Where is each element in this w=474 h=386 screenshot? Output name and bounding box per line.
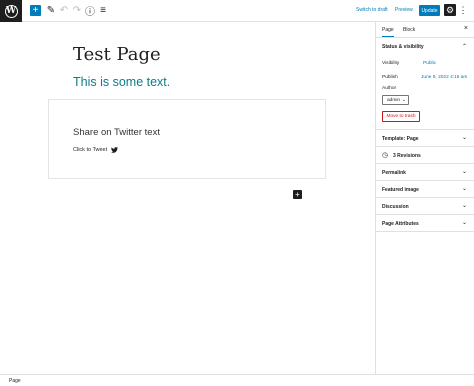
paragraph-block[interactable]: This is some text. — [73, 75, 170, 89]
page-attributes-panel-title: Page Attributes — [382, 221, 419, 227]
share-block-title[interactable]: Share on Twitter text — [73, 127, 160, 138]
publish-label: Publish — [382, 75, 398, 80]
chevron-down-icon: ⌄ — [461, 186, 467, 192]
share-on-twitter-block[interactable]: Share on Twitter text Click to Tweet — [48, 99, 326, 179]
more-options-icon[interactable]: ⋮ — [459, 4, 468, 16]
settings-sidebar: Page Block × Status & visibility ⌃ Visib… — [375, 22, 474, 374]
tab-page[interactable]: Page — [382, 27, 394, 37]
author-select-value: admin — [387, 97, 401, 103]
permalink-panel-title: Permalink — [382, 170, 406, 176]
switch-to-draft-button[interactable]: Switch to draft — [356, 7, 388, 13]
editor-canvas: Test Page This is some text. Share on Tw… — [0, 22, 375, 374]
settings-gear-icon[interactable]: ⚙ — [444, 4, 456, 16]
redo-icon[interactable]: ↷ — [71, 4, 83, 16]
discussion-panel-title: Discussion — [382, 204, 409, 210]
status-visibility-title[interactable]: Status & visibility — [382, 44, 424, 50]
block-inserter-button[interactable]: + — [293, 190, 302, 199]
status-visibility-panel: Status & visibility ⌃ Visibility Public … — [376, 38, 474, 130]
publish-date-link[interactable]: June 9, 2022 4:15 am — [421, 75, 467, 80]
chevron-down-icon: ⌄ — [461, 220, 467, 226]
page-title[interactable]: Test Page — [73, 44, 161, 65]
list-view-icon[interactable]: ≡ — [97, 4, 109, 16]
click-to-tweet-link[interactable]: Click to Tweet — [73, 147, 119, 153]
add-block-button[interactable]: + — [30, 5, 41, 16]
move-to-trash-button[interactable]: Move to trash — [382, 111, 420, 122]
permalink-panel[interactable]: Permalink ⌄ — [376, 164, 474, 181]
chevron-down-icon: ⌄ — [401, 97, 406, 103]
visibility-value-link[interactable]: Public — [423, 61, 436, 66]
visibility-label: Visibility — [382, 61, 400, 66]
revisions-label: 3 Revisions — [393, 153, 421, 159]
details-info-icon[interactable]: ⓘ — [84, 4, 96, 18]
top-toolbar: W + ✎ ↶ ↷ ⓘ ≡ Switch to draft Preview Up… — [0, 0, 474, 22]
chevron-up-icon[interactable]: ⌃ — [462, 43, 467, 50]
featured-image-panel-title: Featured image — [382, 187, 419, 193]
update-button[interactable]: Update — [419, 5, 440, 16]
template-panel-title: Template: Page — [382, 136, 419, 142]
close-icon[interactable]: × — [464, 25, 468, 32]
discussion-panel[interactable]: Discussion ⌄ — [376, 198, 474, 215]
page-attributes-panel[interactable]: Page Attributes ⌄ — [376, 215, 474, 232]
chevron-down-icon: ⌄ — [461, 203, 467, 209]
breadcrumb[interactable]: Page — [9, 378, 21, 384]
twitter-bird-icon — [111, 147, 119, 153]
revisions-clock-icon: ◷ — [382, 152, 389, 159]
author-select[interactable]: admin ⌄ — [382, 95, 409, 105]
chevron-down-icon: ⌄ — [461, 135, 467, 141]
tab-block[interactable]: Block — [403, 27, 415, 33]
wordpress-logo-icon[interactable]: W — [0, 0, 22, 22]
edit-tools-icon[interactable]: ✎ — [45, 4, 57, 16]
featured-image-panel[interactable]: Featured image ⌄ — [376, 181, 474, 198]
revisions-panel[interactable]: ◷ 3 Revisions — [376, 147, 474, 164]
click-to-tweet-label: Click to Tweet — [73, 147, 108, 153]
author-label: Author — [382, 86, 397, 91]
chevron-down-icon: ⌄ — [461, 169, 467, 175]
sidebar-tabs: Page Block × — [376, 22, 474, 38]
template-panel[interactable]: Template: Page ⌄ — [376, 130, 474, 147]
undo-icon[interactable]: ↶ — [58, 4, 70, 16]
preview-button[interactable]: Preview — [395, 7, 413, 13]
footer-breadcrumb-bar: Page — [0, 374, 474, 386]
